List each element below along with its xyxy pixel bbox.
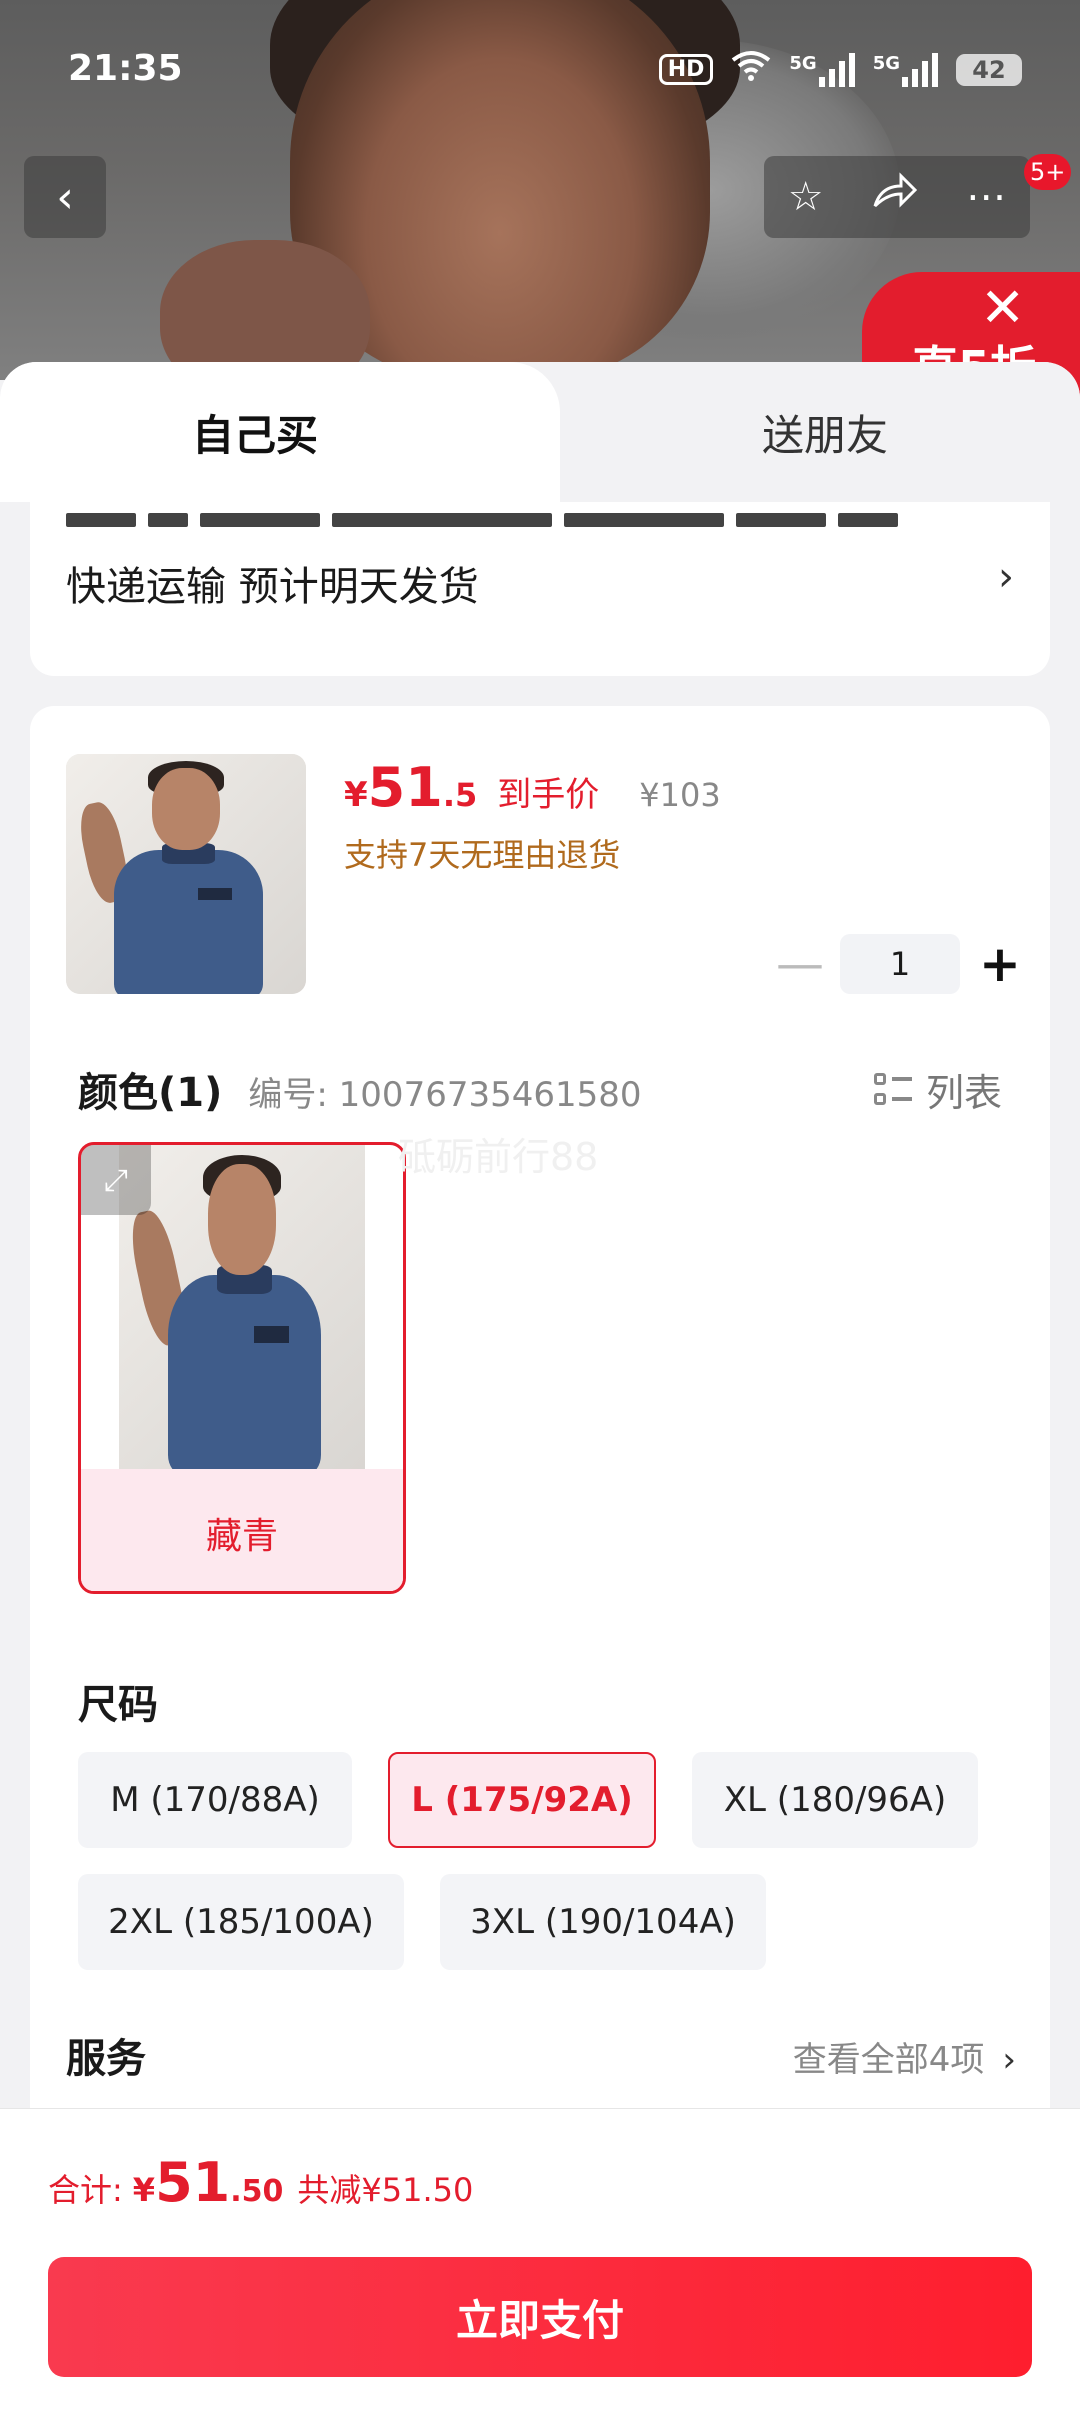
status-time: 21:35: [68, 48, 183, 89]
color-option-navy[interactable]: 藏青 ⤢: [78, 1142, 406, 1594]
chevron-right-icon: ›: [1002, 2040, 1016, 2080]
share-icon[interactable]: [871, 172, 919, 222]
purchase-tabs: 自己买 送朋友: [0, 362, 1080, 502]
color-option-label: 藏青: [81, 1469, 403, 1591]
close-icon[interactable]: ✕: [980, 276, 1025, 339]
expand-icon[interactable]: ⤢: [81, 1145, 151, 1215]
size-option-l[interactable]: L (175/92A): [388, 1752, 656, 1848]
final-price-label: 到手价: [497, 775, 600, 815]
chevron-right-icon: ›: [998, 554, 1014, 600]
quantity-value[interactable]: 1: [840, 934, 960, 994]
size-option-m[interactable]: M (170/88A): [78, 1752, 352, 1848]
view-all-services-link[interactable]: 查看全部4项 ›: [793, 2032, 1016, 2081]
signal-icon-2: 5G: [873, 52, 938, 87]
price-integer: 51: [367, 756, 443, 819]
size-option-3xl[interactable]: 3XL (190/104A): [440, 1874, 766, 1970]
product-thumbnail[interactable]: [66, 754, 306, 994]
sku-number: 编号: 10076735461580: [248, 1075, 642, 1115]
service-row[interactable]: 服务 查看全部4项 ›: [66, 2026, 1016, 2086]
hd-icon: HD: [658, 54, 714, 85]
size-title: 尺码: [78, 1682, 158, 1728]
signal-icon-1: 5G: [789, 52, 855, 87]
pay-now-button[interactable]: 立即支付: [48, 2257, 1032, 2377]
list-icon: [873, 1071, 912, 1109]
chevron-left-icon: ‹: [56, 171, 74, 223]
back-button[interactable]: ‹: [24, 156, 106, 238]
total-label: 合计:: [48, 2171, 123, 2209]
total-integer: 51: [155, 2151, 231, 2214]
list-label: 列表: [925, 1071, 1002, 1115]
more-icon[interactable]: ⋯: [966, 174, 1006, 220]
total-saved: 共减¥51.50: [297, 2171, 474, 2209]
status-bar: 21:35 HD 5G 5G 42: [0, 0, 1080, 140]
size-option-2xl[interactable]: 2XL (185/100A): [78, 1874, 404, 1970]
purchase-sheet: 自己买 送朋友 快递运输 预计明天发货 › ¥ 51 .5 到手价 ¥103 支…: [0, 362, 1080, 2412]
service-title: 服务: [66, 2036, 146, 2082]
return-policy-note: 支持7天无理由退货: [344, 836, 621, 874]
wifi-icon: [731, 50, 771, 89]
favorite-star-icon[interactable]: ☆: [788, 174, 824, 220]
shipping-card[interactable]: 快递运输 预计明天发货 ›: [30, 502, 1050, 676]
top-actions: ☆ ⋯: [764, 156, 1030, 238]
color-title: 颜色(1): [78, 1070, 223, 1116]
color-option-image: [119, 1145, 365, 1469]
size-option-xl[interactable]: XL (180/96A): [692, 1752, 978, 1848]
checkout-footer: 合计: ¥ 51 .50 共减¥51.50 立即支付: [0, 2108, 1080, 2412]
watermark-text: 砥砺前行88: [398, 1135, 599, 1179]
tab-self-buy[interactable]: 自己买: [0, 362, 560, 502]
message-badge: 5+: [1024, 154, 1072, 190]
price-row: ¥ 51 .5 到手价 ¥103: [344, 756, 721, 819]
total-decimal: .50: [230, 2174, 284, 2209]
original-price: ¥103: [639, 776, 721, 814]
list-view-toggle[interactable]: 列表: [873, 1062, 1002, 1117]
shipping-text: 快递运输 预计明天发货: [66, 564, 479, 610]
price-currency: ¥: [344, 775, 368, 815]
total-currency: ¥: [132, 2171, 156, 2209]
clipped-address-line: [66, 512, 946, 534]
battery-icon: 42: [956, 53, 1022, 86]
increase-quantity-button[interactable]: +: [970, 934, 1030, 994]
tab-gift-friend[interactable]: 送朋友: [600, 362, 1050, 502]
quantity-stepper: — 1 +: [770, 934, 1030, 994]
color-header: 颜色(1) 编号: 10076735461580: [78, 1060, 642, 1118]
status-icons: HD 5G 5G 42: [658, 50, 1022, 89]
decrease-quantity-button[interactable]: —: [770, 934, 830, 994]
price-decimal: .5: [442, 776, 478, 814]
total-row: 合计: ¥ 51 .50 共减¥51.50: [48, 2151, 473, 2214]
